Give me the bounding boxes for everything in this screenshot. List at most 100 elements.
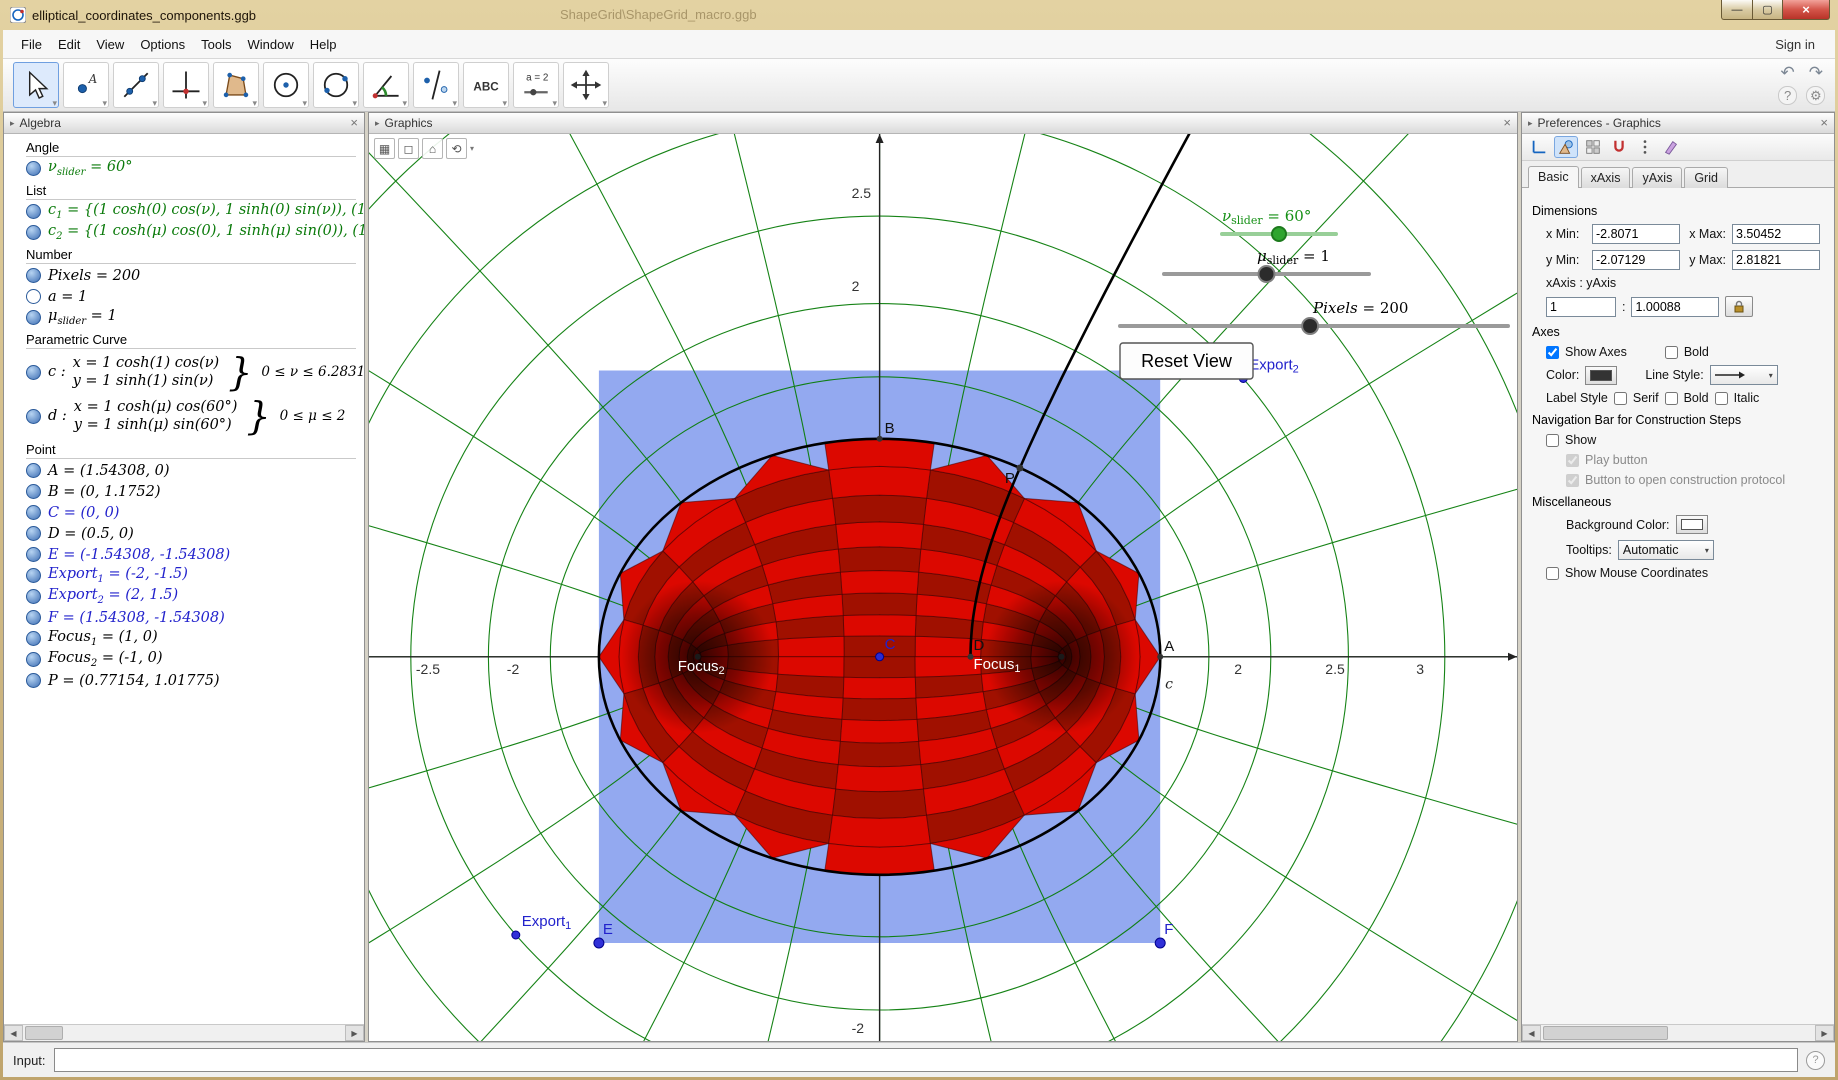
algebra-item[interactable]: d :x = 1 cosh(μ) cos(60°)y = 1 sinh(μ) s…	[4, 394, 364, 438]
tool-caret-icon[interactable]: ▾	[302, 98, 307, 109]
standard-view-icon[interactable]: ⌂	[422, 138, 443, 159]
stylebar-caret-icon[interactable]: ▾	[470, 144, 474, 153]
x-max-input[interactable]	[1732, 224, 1820, 244]
perpendicular-tool[interactable]: ▾	[163, 62, 209, 108]
snap-icon[interactable]	[1608, 137, 1630, 157]
algebra-item[interactable]: B = (0, 1.1752)	[4, 481, 364, 502]
maximize-button[interactable]: ▢	[1753, 0, 1782, 20]
conic-tool[interactable]: ▾	[313, 62, 359, 108]
scroll-thumb[interactable]	[25, 1026, 63, 1040]
menu-item-view[interactable]: View	[88, 33, 132, 56]
tool-caret-icon[interactable]: ▾	[502, 98, 507, 109]
ratio-y-input[interactable]	[1631, 297, 1719, 317]
help-icon[interactable]: ?	[1778, 86, 1797, 105]
point-A[interactable]	[1157, 654, 1163, 660]
menu-item-help[interactable]: Help	[302, 33, 345, 56]
algebra-item[interactable]: E = (-1.54308, -1.54308)	[4, 544, 364, 565]
algebra-item[interactable]: Pixels = 200	[4, 265, 364, 286]
graphics-canvas[interactable]: -2.5-222.532.52-2cABCDEFExport1Export2Fo…	[369, 134, 1517, 1041]
algebra-item[interactable]: A = (1.54308, 0)	[4, 460, 364, 481]
visibility-marble-icon[interactable]	[26, 463, 41, 478]
algebra-collapse-icon[interactable]: ▸	[10, 118, 15, 129]
redo-button[interactable]: ↷	[1805, 63, 1827, 83]
point-C[interactable]	[876, 653, 884, 661]
preferences-collapse-icon[interactable]: ▸	[1528, 118, 1533, 129]
tab-basic[interactable]: Basic	[1528, 166, 1579, 188]
scroll-track[interactable]	[23, 1025, 345, 1041]
tool-caret-icon[interactable]: ▾	[552, 98, 557, 109]
visibility-marble-icon[interactable]	[26, 268, 41, 283]
visibility-marble-icon[interactable]	[26, 610, 41, 625]
scroll-right-arrow[interactable]: ▶	[345, 1025, 364, 1041]
algebra-item[interactable]: c1 = {(1 cosh(0) cos(ν), 1 sinh(0) sin(ν…	[4, 201, 364, 222]
algebra-item[interactable]: Export1 = (-2, -1.5)	[4, 565, 364, 586]
tool-caret-icon[interactable]: ▾	[202, 98, 207, 109]
tool-caret-icon[interactable]: ▾	[252, 98, 257, 109]
algebra-item[interactable]: Export2 = (2, 1.5)	[4, 586, 364, 607]
algebra-item[interactable]: D = (0.5, 0)	[4, 523, 364, 544]
point-E[interactable]	[594, 938, 604, 948]
stylebar-grid-icon[interactable]: ▦	[374, 138, 395, 159]
algebra-item[interactable]: νslider = 60°	[4, 158, 364, 179]
visibility-marble-icon[interactable]	[26, 409, 41, 424]
layout-icon[interactable]	[1582, 137, 1604, 157]
minimize-button[interactable]: —	[1721, 0, 1753, 20]
mu-slider-knob[interactable]	[1259, 266, 1275, 282]
nu-slider-knob[interactable]	[1272, 227, 1286, 241]
menu-item-options[interactable]: Options	[132, 33, 193, 56]
polygon-tool[interactable]: ▾	[213, 62, 259, 108]
mouse-coordinates-checkbox[interactable]	[1546, 567, 1559, 580]
stylebar-axes-icon[interactable]: ◻	[398, 138, 419, 159]
command-input[interactable]	[54, 1048, 1798, 1072]
visibility-marble-icon[interactable]	[26, 673, 41, 688]
line-tool[interactable]: ▾	[113, 62, 159, 108]
ratio-lock-button[interactable]	[1725, 296, 1753, 317]
background-color-swatch[interactable]	[1676, 515, 1708, 534]
settings-icon[interactable]: ⚙	[1806, 86, 1825, 105]
angle-tool[interactable]: ▾	[363, 62, 409, 108]
pixels-slider-knob[interactable]	[1302, 318, 1318, 334]
visibility-marble-icon[interactable]	[26, 568, 41, 583]
algebra-item[interactable]: F = (1.54308, -1.54308)	[4, 607, 364, 628]
point-Export1[interactable]	[512, 931, 520, 939]
algebra-item[interactable]: c :x = 1 cosh(1) cos(ν)y = 1 sinh(1) sin…	[4, 350, 364, 394]
titlebar[interactable]: elliptical_coordinates_components.ggb Sh…	[0, 0, 1838, 30]
label-bold-checkbox[interactable]	[1665, 392, 1678, 405]
menu-item-window[interactable]: Window	[239, 33, 301, 56]
x-min-input[interactable]	[1592, 224, 1680, 244]
navbar-show-checkbox[interactable]	[1546, 434, 1559, 447]
tooltips-dropdown[interactable]: Automatic ▾	[1618, 540, 1714, 560]
undo-button[interactable]: ↶	[1777, 63, 1799, 83]
tool-caret-icon[interactable]: ▾	[102, 98, 107, 109]
tool-caret-icon[interactable]: ▾	[52, 98, 57, 109]
visibility-marble-icon[interactable]	[26, 631, 41, 646]
tool-caret-icon[interactable]: ▾	[352, 98, 357, 109]
algebra-item[interactable]: μslider = 1	[4, 307, 364, 328]
tab-grid[interactable]: Grid	[1684, 167, 1728, 188]
point-B[interactable]	[877, 436, 883, 442]
scroll-left-arrow[interactable]: ◀	[4, 1025, 23, 1041]
visibility-marble-icon[interactable]	[26, 204, 41, 219]
visibility-marble-icon[interactable]	[26, 652, 41, 667]
visibility-marble-icon[interactable]	[26, 547, 41, 562]
point-F[interactable]	[1155, 938, 1165, 948]
algebra-item[interactable]: Focus2 = (-1, 0)	[4, 649, 364, 670]
sign-in-button[interactable]: Sign in	[1765, 33, 1825, 56]
axes-bold-checkbox[interactable]	[1665, 346, 1678, 359]
input-help-icon[interactable]: ?	[1806, 1051, 1825, 1070]
tool-caret-icon[interactable]: ▾	[602, 98, 607, 109]
play-button-checkbox[interactable]	[1566, 454, 1579, 467]
visibility-marble-icon[interactable]	[26, 161, 41, 176]
scroll-track[interactable]	[1541, 1025, 1815, 1041]
preferences-hscrollbar[interactable]: ◀ ▶	[1522, 1024, 1834, 1041]
visibility-marble-icon[interactable]	[26, 589, 41, 604]
algebra-item[interactable]: a = 1	[4, 286, 364, 307]
point-P[interactable]	[1016, 465, 1023, 472]
visibility-marble-icon[interactable]	[26, 289, 41, 304]
algebra-close-icon[interactable]: ×	[350, 117, 358, 129]
visibility-marble-icon[interactable]	[26, 484, 41, 499]
point-tool[interactable]: A▾	[63, 62, 109, 108]
line-style-dropdown[interactable]: ▾	[1710, 365, 1778, 385]
tool-caret-icon[interactable]: ▾	[452, 98, 457, 109]
preferences-close-icon[interactable]: ×	[1820, 117, 1828, 129]
